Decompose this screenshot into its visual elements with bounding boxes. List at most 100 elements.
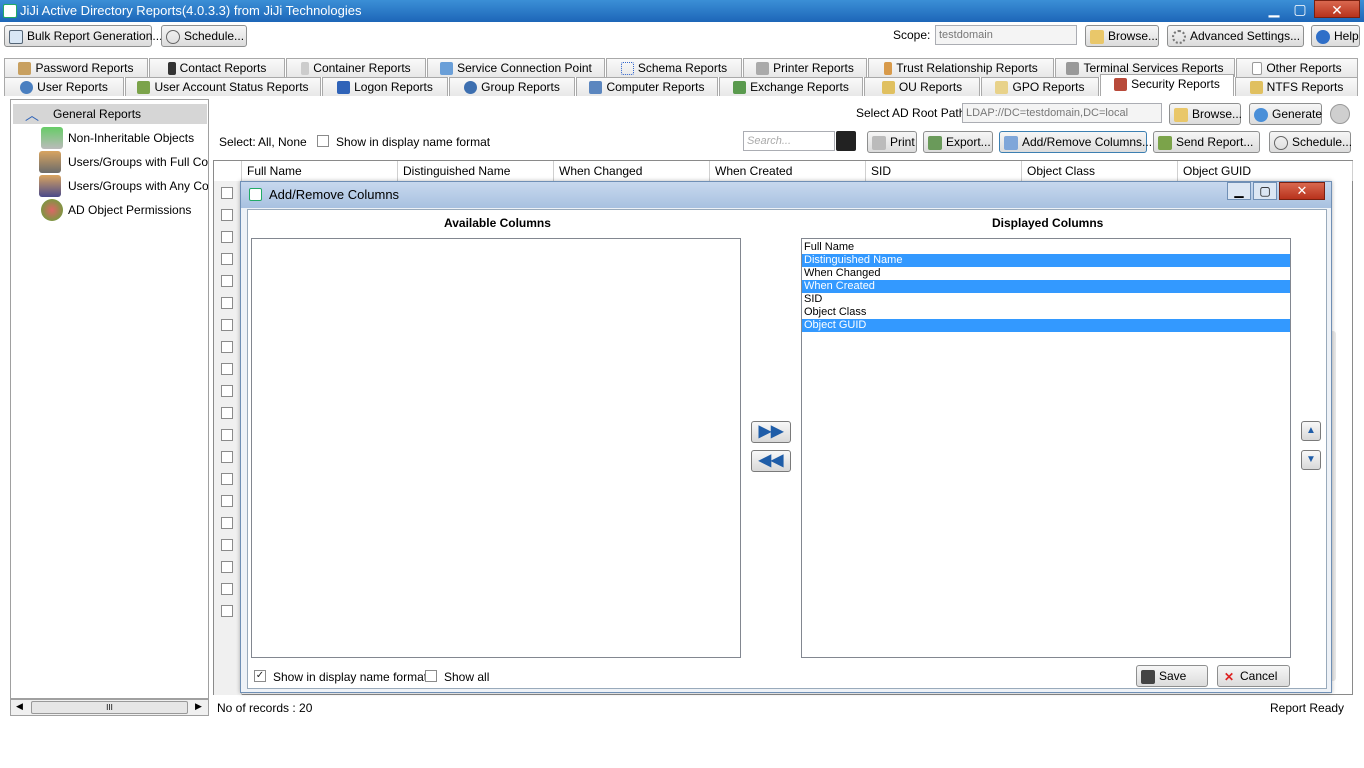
displayed-column-item[interactable]: When Changed	[802, 267, 1290, 280]
cancel-button[interactable]: ✕ Cancel	[1217, 665, 1290, 687]
schedule-button[interactable]: Schedule...	[161, 25, 247, 47]
search-input[interactable]: Search...	[743, 131, 835, 151]
displayed-column-item[interactable]: SID	[802, 293, 1290, 306]
tab-ntfs-reports[interactable]: NTFS Reports	[1235, 77, 1358, 96]
tree-header[interactable]: ︿ General Reports	[13, 104, 207, 124]
row-checkbox[interactable]	[221, 605, 233, 617]
row-checkbox[interactable]	[221, 407, 233, 419]
row-checkbox[interactable]	[221, 341, 233, 353]
tab-group-reports[interactable]: Group Reports	[449, 77, 575, 96]
tab-security-reports[interactable]: Security Reports	[1100, 74, 1234, 96]
col-distinguished-name[interactable]: Distinguished Name	[399, 161, 554, 181]
display-name-checkbox[interactable]	[317, 135, 329, 147]
tree-horizontal-scrollbar[interactable]: ◀ III ▶	[10, 699, 209, 716]
col-when-created[interactable]: When Created	[711, 161, 866, 181]
tab-exchange-reports[interactable]: Exchange Reports	[719, 77, 863, 96]
row-checkbox[interactable]	[221, 495, 233, 507]
tab-logon-reports[interactable]: Logon Reports	[322, 77, 448, 96]
tab-printer-reports[interactable]: Printer Reports	[743, 58, 867, 77]
move-up-button[interactable]: ▲	[1301, 421, 1321, 441]
add-remove-columns-button[interactable]: Add/Remove Columns...	[999, 131, 1152, 153]
row-checkbox[interactable]	[221, 539, 233, 551]
scope-browse-button[interactable]: Browse...	[1085, 25, 1159, 47]
move-down-button[interactable]: ▼	[1301, 450, 1321, 470]
col-when-changed[interactable]: When Changed	[555, 161, 710, 181]
displayed-column-item[interactable]: Distinguished Name	[802, 254, 1290, 267]
row-checkbox[interactable]	[221, 517, 233, 529]
tree-item-non-inheritable[interactable]: Non-Inheritable Objects	[68, 127, 208, 149]
available-columns-list[interactable]	[251, 238, 741, 658]
row-checkbox[interactable]	[221, 209, 233, 221]
printer-icon	[872, 135, 886, 150]
dialog-close-button[interactable]: ✕	[1279, 182, 1325, 200]
tab-contact-reports[interactable]: Contact Reports	[149, 58, 285, 77]
dialog-minimize-button[interactable]: ▁	[1227, 182, 1251, 200]
col-full-name[interactable]: Full Name	[243, 161, 398, 181]
tab-gpo-reports[interactable]: GPO Reports	[981, 77, 1099, 96]
save-button[interactable]: Save	[1136, 665, 1208, 687]
col-object-class[interactable]: Object Class	[1023, 161, 1178, 181]
row-checkbox[interactable]	[221, 385, 233, 397]
tree-item-full-control[interactable]: Users/Groups with Full Control	[68, 151, 208, 173]
row-checkbox[interactable]	[221, 363, 233, 375]
row-checkbox[interactable]	[221, 561, 233, 573]
ou-icon	[881, 81, 895, 95]
row-checkbox[interactable]	[221, 583, 233, 595]
dialog-body: Available Columns Displayed Columns Full…	[247, 209, 1327, 689]
scroll-thumb[interactable]: III	[31, 701, 188, 714]
bulk-report-button[interactable]: Bulk Report Generation...	[4, 25, 162, 47]
displayed-columns-list[interactable]: Full Name Distinguished Name When Changed W…	[801, 238, 1291, 658]
move-left-button[interactable]: ◀◀	[751, 450, 791, 472]
dialog-display-name-checkbox[interactable]: ✓	[254, 670, 266, 682]
tab-service-connection-point[interactable]: Service Connection Point	[427, 58, 605, 77]
row-checkbox[interactable]	[221, 451, 233, 463]
scroll-right-icon[interactable]: ▶	[195, 701, 202, 712]
row-checkbox[interactable]	[221, 187, 233, 199]
select-none-link[interactable]: None	[278, 135, 307, 149]
root-browse-button[interactable]: Browse...	[1169, 103, 1242, 125]
generate-button[interactable]: Generate	[1249, 103, 1322, 125]
tab-schema-reports[interactable]: Schema Reports	[606, 58, 742, 77]
tab-user-reports[interactable]: User Reports	[4, 77, 124, 96]
col-sid[interactable]: SID	[867, 161, 1022, 181]
export-button[interactable]: Export...	[923, 131, 993, 153]
tree-item-any-control[interactable]: Users/Groups with Any Control	[68, 175, 208, 197]
row-checkbox[interactable]	[221, 275, 233, 287]
row-checkbox[interactable]	[221, 319, 233, 331]
tab-password-reports[interactable]: Password Reports	[4, 58, 148, 77]
move-right-button[interactable]: ▶▶	[751, 421, 791, 443]
dialog-maximize-button[interactable]: ▢	[1253, 182, 1277, 200]
row-checkbox[interactable]	[221, 297, 233, 309]
tab-ou-reports[interactable]: OU Reports	[864, 77, 980, 96]
root-path-input[interactable]: LDAP://DC=testdomain,DC=local	[962, 103, 1162, 123]
displayed-column-item[interactable]: Full Name	[802, 241, 1290, 254]
stop-icon[interactable]	[1330, 104, 1350, 124]
show-all-checkbox[interactable]	[425, 670, 437, 682]
row-checkbox[interactable]	[221, 429, 233, 441]
main-schedule-button[interactable]: Schedule...	[1269, 131, 1352, 153]
advanced-settings-button[interactable]: Advanced Settings...	[1167, 25, 1304, 47]
minimize-button[interactable]: ▁	[1262, 0, 1286, 18]
search-icon[interactable]	[836, 131, 856, 151]
displayed-column-item[interactable]: When Created	[802, 280, 1290, 293]
print-button[interactable]: Print	[867, 131, 917, 153]
scroll-left-icon[interactable]: ◀	[16, 701, 23, 712]
tree-item-ad-object-permissions[interactable]: AD Object Permissions	[68, 199, 208, 221]
row-checkbox[interactable]	[221, 231, 233, 243]
tab-container-reports[interactable]: Container Reports	[286, 58, 426, 77]
row-checkbox[interactable]	[221, 253, 233, 265]
help-button[interactable]: Help	[1311, 25, 1360, 47]
close-button[interactable]: ✕	[1314, 0, 1360, 18]
row-checkbox[interactable]	[221, 473, 233, 485]
tab-user-account-status-reports[interactable]: User Account Status Reports	[125, 77, 321, 96]
scope-input[interactable]: testdomain	[935, 25, 1077, 45]
send-report-button[interactable]: Send Report...	[1153, 131, 1260, 153]
displayed-column-item[interactable]: Object Class	[802, 306, 1290, 319]
tab-other-reports[interactable]: Other Reports	[1236, 58, 1358, 77]
select-all-link[interactable]: All,	[258, 135, 275, 149]
col-object-guid[interactable]: Object GUID	[1179, 161, 1353, 181]
displayed-column-item[interactable]: Object GUID	[802, 319, 1290, 332]
tab-computer-reports[interactable]: Computer Reports	[576, 77, 718, 96]
tab-trust-relationship-reports[interactable]: Trust Relationship Reports	[868, 58, 1054, 77]
maximize-button[interactable]: ▢	[1288, 0, 1312, 18]
